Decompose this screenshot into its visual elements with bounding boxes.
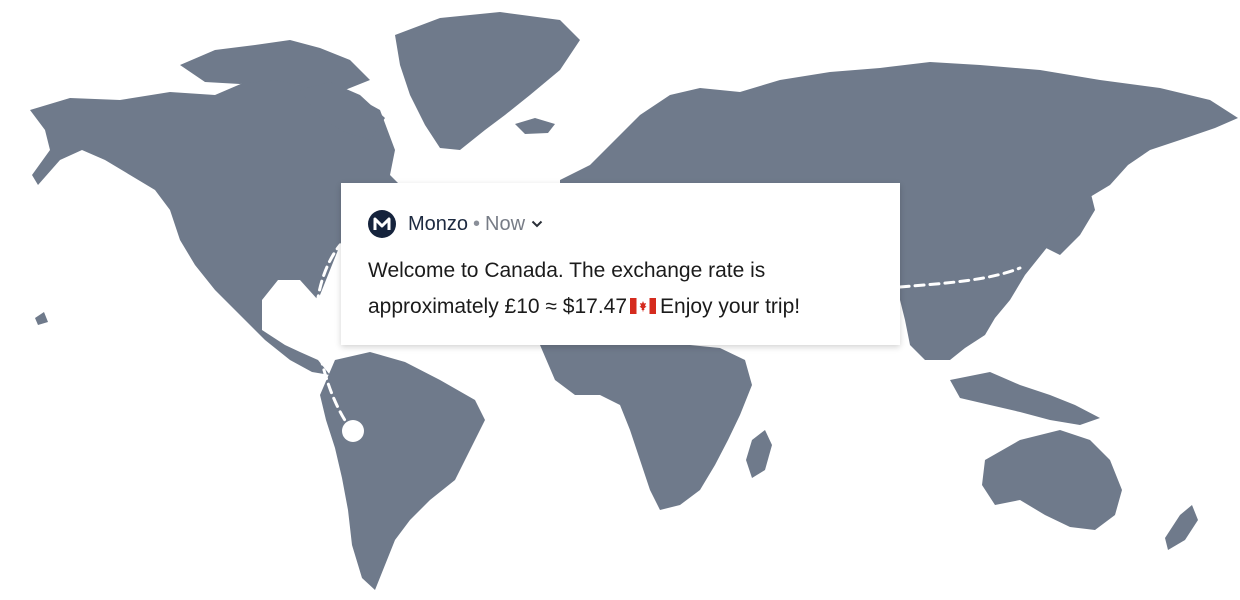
app-name: Monzo [408, 212, 469, 235]
hawaii-landmass [35, 312, 48, 325]
iceland-landmass [515, 118, 555, 134]
notification-message: Welcome to Canada. The exchange rate is … [368, 253, 873, 325]
monzo-logo-icon [368, 210, 396, 238]
push-notification-card[interactable]: Monzo • Now Welcome to Canada. The excha… [341, 183, 900, 345]
south-america-landmass [320, 352, 485, 590]
greenland-landmass [395, 12, 580, 150]
notification-header: Monzo • Now [368, 209, 872, 239]
canada-flag-icon [630, 298, 657, 314]
notification-time: Now [485, 212, 526, 235]
message-closing: Enjoy your trip! [660, 295, 801, 318]
destination-dot [342, 420, 364, 442]
africa-landmass [540, 325, 752, 510]
australia-landmass [982, 430, 1122, 530]
southeast-asia-islands-landmass [950, 372, 1100, 425]
header-separator: • [473, 212, 481, 235]
stage: Monzo • Now Welcome to Canada. The excha… [0, 0, 1240, 600]
madagascar-landmass [746, 430, 772, 478]
new-zealand-landmass [1165, 505, 1198, 550]
chevron-down-icon[interactable] [531, 220, 543, 228]
